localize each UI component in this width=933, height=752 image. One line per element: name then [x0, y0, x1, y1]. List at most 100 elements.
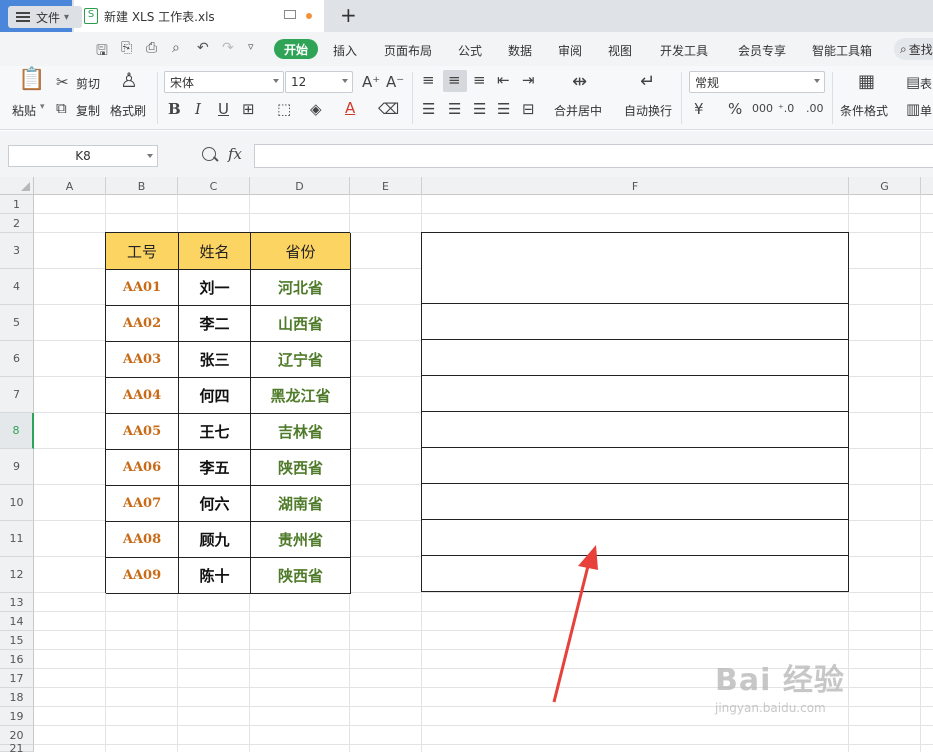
increase-decimal-icon[interactable]: ⁺.0 — [778, 101, 794, 117]
cut-button[interactable]: 剪切 — [76, 75, 100, 92]
currency-icon[interactable]: ¥ — [694, 101, 704, 117]
menu-data[interactable]: 数据 — [508, 42, 532, 59]
insert-function-button[interactable]: fx — [228, 145, 242, 163]
column-header-g[interactable]: G — [849, 177, 921, 195]
borders-icon[interactable]: ⊞ — [242, 101, 255, 117]
search-button[interactable]: ⌕ 查找 — [894, 38, 933, 60]
table-header-cell[interactable]: 工号 — [106, 233, 179, 270]
row-header-19[interactable]: 19 — [0, 707, 34, 726]
province-cell[interactable]: 陕西省 — [251, 558, 351, 594]
province-cell[interactable]: 黑龙江省 — [251, 378, 351, 414]
name-cell[interactable]: 王七 — [179, 414, 251, 450]
font-size-select[interactable]: 12 — [285, 71, 353, 93]
menu-smart-toolbox[interactable]: 智能工具箱 — [812, 42, 872, 59]
menu-insert[interactable]: 插入 — [333, 42, 357, 59]
employee-id-cell[interactable]: AA04 — [106, 378, 179, 414]
font-settings-icon[interactable]: ⬚ — [277, 101, 291, 117]
redo-icon[interactable]: ↷ — [222, 40, 234, 56]
row-header-14[interactable]: 14 — [0, 612, 34, 631]
indent-increase-icon[interactable]: ⇥ — [522, 72, 535, 88]
row-header-6[interactable]: 6 — [0, 341, 34, 377]
indent-decrease-icon[interactable]: ⇤ — [497, 72, 510, 88]
province-cell[interactable]: 辽宁省 — [251, 342, 351, 378]
zoom-formula-icon[interactable] — [202, 147, 216, 161]
row-header-8[interactable]: 8 — [0, 413, 34, 449]
name-cell[interactable]: 李五 — [179, 450, 251, 486]
select-all-button[interactable] — [0, 177, 34, 195]
copy-button[interactable]: 复制 — [76, 102, 100, 119]
paste-icon[interactable]: 📋 — [18, 69, 45, 91]
align-left-icon[interactable]: ☰ — [422, 101, 435, 117]
file-menu-button[interactable]: 文件 ▾ — [8, 6, 82, 28]
paste-dropdown-icon[interactable]: ▾ — [40, 102, 45, 112]
province-cell[interactable]: 山西省 — [251, 306, 351, 342]
name-box[interactable]: K8 — [8, 145, 158, 167]
f-empty-cell[interactable] — [421, 376, 849, 412]
menu-start-tab[interactable]: 开始 — [274, 39, 318, 59]
name-cell[interactable]: 李二 — [179, 306, 251, 342]
save-icon[interactable]: 🖫 — [96, 40, 108, 64]
name-cell[interactable]: 张三 — [179, 342, 251, 378]
province-cell[interactable]: 湖南省 — [251, 486, 351, 522]
column-header-a[interactable]: A — [34, 177, 106, 195]
clear-format-icon[interactable]: ⌫ — [378, 101, 399, 117]
menu-review[interactable]: 审阅 — [558, 42, 582, 59]
f-empty-cell[interactable] — [421, 268, 849, 304]
row-header-12[interactable]: 12 — [0, 557, 34, 593]
bold-icon[interactable]: B — [168, 101, 181, 117]
format-painter-button[interactable]: 格式刷 — [110, 102, 146, 119]
employee-id-cell[interactable]: AA05 — [106, 414, 179, 450]
distributed-icon[interactable]: ⊟ — [522, 101, 535, 117]
export-icon[interactable]: ⎘ — [121, 40, 132, 56]
paste-button[interactable]: 粘贴 — [12, 102, 36, 119]
font-name-select[interactable]: 宋体 — [164, 71, 284, 93]
menu-view[interactable]: 视图 — [608, 42, 632, 59]
name-cell[interactable]: 顾九 — [179, 522, 251, 558]
employee-id-cell[interactable]: AA01 — [106, 270, 179, 306]
employee-id-cell[interactable]: AA09 — [106, 558, 179, 594]
row-header-15[interactable]: 15 — [0, 631, 34, 650]
decrease-decimal-icon[interactable]: .00 — [806, 101, 824, 117]
row-header-1[interactable]: 1 — [0, 195, 34, 214]
employee-id-cell[interactable]: AA07 — [106, 486, 179, 522]
align-middle-icon[interactable]: ≡ — [448, 72, 461, 88]
table-header-cell[interactable]: 省份 — [251, 233, 351, 270]
column-header-e[interactable]: E — [350, 177, 422, 195]
align-bottom-icon[interactable]: ≡ — [473, 72, 486, 88]
row-header-10[interactable]: 10 — [0, 485, 34, 521]
f-empty-cell[interactable] — [421, 304, 849, 340]
menu-formulas[interactable]: 公式 — [458, 42, 482, 59]
row-header-21[interactable]: 21 — [0, 742, 34, 752]
table-style-button[interactable]: 表 — [920, 75, 932, 92]
column-header-c[interactable]: C — [178, 177, 250, 195]
province-cell[interactable]: 贵州省 — [251, 522, 351, 558]
fill-color-icon[interactable]: ◈ — [310, 101, 322, 117]
f-empty-cell[interactable] — [421, 448, 849, 484]
align-center-icon[interactable]: ☰ — [448, 101, 461, 117]
thousands-separator-icon[interactable]: 000 — [752, 101, 773, 117]
name-cell[interactable]: 陈十 — [179, 558, 251, 594]
name-cell[interactable]: 刘一 — [179, 270, 251, 306]
decrease-font-icon[interactable]: A⁻ — [386, 74, 404, 90]
menu-page-layout[interactable]: 页面布局 — [384, 42, 432, 59]
row-header-13[interactable]: 13 — [0, 593, 34, 612]
row-header-7[interactable]: 7 — [0, 377, 34, 413]
province-cell[interactable]: 河北省 — [251, 270, 351, 306]
row-header-4[interactable]: 4 — [0, 269, 34, 305]
align-top-icon[interactable]: ≡ — [422, 72, 435, 88]
name-cell[interactable]: 何六 — [179, 486, 251, 522]
wrap-text-button[interactable]: 自动换行 — [624, 102, 672, 119]
province-cell[interactable]: 吉林省 — [251, 414, 351, 450]
formula-input[interactable] — [254, 144, 933, 168]
conditional-format-button[interactable]: 条件格式 — [840, 102, 888, 119]
f-empty-cell[interactable] — [421, 412, 849, 448]
menu-member[interactable]: 会员专享 — [738, 42, 786, 59]
column-header-b[interactable]: B — [106, 177, 178, 195]
f-empty-cell[interactable] — [421, 232, 849, 269]
f-empty-cell[interactable] — [421, 520, 849, 556]
f-empty-cell[interactable] — [421, 340, 849, 376]
italic-icon[interactable]: I — [195, 101, 201, 117]
row-header-18[interactable]: 18 — [0, 688, 34, 707]
print-preview-icon[interactable]: ⌕ — [172, 40, 180, 56]
font-color-icon[interactable]: A — [345, 100, 355, 116]
